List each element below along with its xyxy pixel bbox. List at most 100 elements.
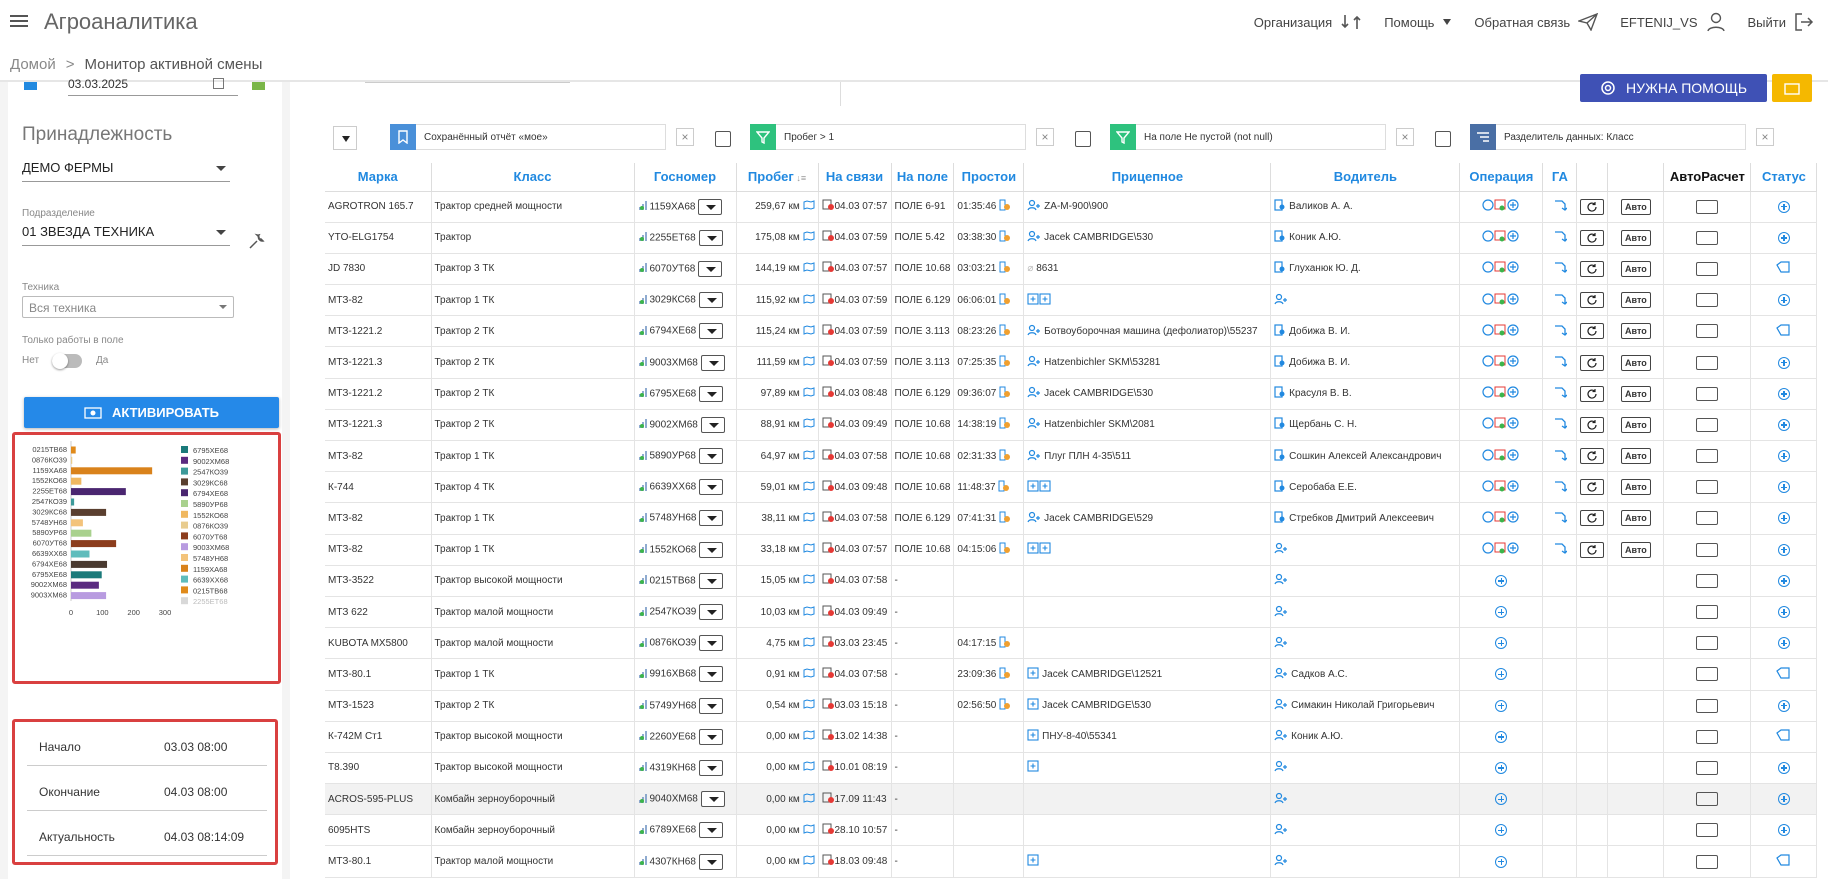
map-icon[interactable] [800,325,815,337]
close-icon[interactable]: × [676,128,694,146]
add-driver-icon[interactable] [1274,293,1288,306]
idle-icon[interactable] [996,324,1011,337]
trailer-user-icon[interactable]: ⌀ [1027,263,1036,275]
plus-box-icon[interactable] [1039,480,1051,493]
trailer-user-icon[interactable] [1027,231,1044,243]
add-operation-icon[interactable] [1495,730,1508,743]
table-row[interactable]: МТЗ-82 Трактор 1 ТК 5748УН68 38,11 км 04.03… [325,502,1818,535]
map-icon[interactable] [800,574,815,586]
autocalc-checkbox[interactable] [1696,823,1719,838]
logout-button[interactable]: Выйти [1748,12,1815,32]
table-row[interactable]: МТЗ-80.1 Трактор малой мощности 4307КН68 0,… [325,845,1818,878]
auto-button[interactable]: Авто [1621,292,1651,309]
table-row[interactable]: JD 7830 Трактор 3 ТК 6070УТ68 144,19 км 04.… [325,253,1818,286]
table-row[interactable]: 6095HTS Комбайн зерноуборочный 6789ХЕ68 0,0… [325,814,1818,847]
ga-icon[interactable] [1553,449,1568,462]
idle-icon[interactable] [996,542,1011,555]
auto-button[interactable]: Авто [1621,479,1651,496]
table-row[interactable]: МТЗ-1523 Трактор 2 ТК 5749УН68 0,54 км 03.0… [325,690,1818,722]
ga-icon[interactable] [1553,418,1568,431]
plate-dropdown[interactable] [699,510,724,527]
map-icon[interactable] [800,293,815,306]
map-icon[interactable] [800,356,815,368]
auto-button[interactable]: Авто [1621,448,1651,465]
table-row[interactable]: МТЗ-82 Трактор 1 ТК 5890УР68 64,97 км 04.03… [325,440,1818,473]
farm-select[interactable]: ДЕМО ФЕРМЫ [22,160,230,182]
table-row[interactable]: YTO-ELG1754 Трактор 2255ЕТ68 175,08 км 04.0… [325,222,1818,254]
column-header[interactable]: АвтоРасчет [1663,163,1752,192]
idle-icon[interactable] [996,261,1011,275]
autocalc-checkbox[interactable] [1696,417,1719,432]
add-status-icon[interactable] [1777,793,1790,806]
operation-icons[interactable] [1482,199,1520,212]
trailer-user-icon[interactable] [1027,324,1044,337]
column-header[interactable]: На поле [891,163,955,192]
trailer-user-icon[interactable] [1027,418,1044,431]
refresh-button[interactable] [1580,479,1605,496]
column-header[interactable]: Пробег ↓≡ [736,163,819,192]
ga-icon[interactable] [1553,356,1568,368]
add-operation-icon[interactable] [1495,761,1508,774]
autocalc-checkbox[interactable] [1696,449,1719,464]
autocalc-checkbox[interactable] [1696,854,1719,869]
plate-dropdown[interactable] [700,416,725,433]
add-operation-icon[interactable] [1495,668,1508,681]
need-help-button[interactable]: НУЖНА ПОМОЩЬ [1580,74,1767,102]
add-driver-icon[interactable] [1274,730,1291,742]
operation-icons[interactable] [1482,293,1520,306]
idle-icon[interactable] [996,449,1011,462]
ga-icon[interactable] [1553,512,1568,524]
sort-icon[interactable]: ↓≡ [794,173,806,183]
column-header[interactable]: Прицепное [1023,163,1272,192]
add-driver-icon[interactable] [1274,543,1288,555]
refresh-button[interactable] [1580,323,1605,340]
map-icon[interactable] [800,200,815,212]
auto-button[interactable]: Авто [1621,260,1651,277]
operation-icons[interactable] [1482,542,1520,555]
column-header[interactable] [1607,163,1665,192]
calendar-icon[interactable] [213,78,224,89]
operation-icons[interactable] [1482,386,1520,399]
column-header[interactable]: Статус [1750,163,1818,192]
operation-icons[interactable] [1482,261,1520,275]
close-icon[interactable]: × [1756,128,1774,146]
column-header[interactable]: Простои [953,163,1025,192]
plate-dropdown[interactable] [698,198,723,215]
table-row[interactable]: К-742М Ст1 Трактор высокой мощности 2260УЕ… [325,721,1818,753]
driver-icon[interactable] [1274,511,1289,524]
table-row[interactable]: К-744 Трактор 4 ТК 6639ХХ68 59,01 км 04.03 … [325,471,1818,504]
idle-icon[interactable] [996,386,1011,399]
autocalc-checkbox[interactable] [1696,386,1719,401]
autocalc-checkbox[interactable] [1696,261,1719,276]
plate-dropdown[interactable] [700,354,725,371]
table-row[interactable]: МТЗ-1221.3 Трактор 2 ТК 9002ХМ68 88,91 км 0… [325,409,1818,442]
add-driver-icon[interactable] [1274,761,1288,774]
driver-icon[interactable] [1274,324,1289,337]
map-icon[interactable] [800,668,815,680]
add-operation-icon[interactable] [1495,637,1508,650]
add-status-icon[interactable] [1777,481,1790,494]
trailer-user-icon[interactable] [1027,387,1044,399]
tag-icon[interactable] [1776,324,1792,337]
plate-dropdown[interactable] [698,448,723,465]
auto-button[interactable]: Авто [1621,354,1651,371]
add-driver-icon[interactable] [1274,636,1288,649]
map-icon[interactable] [800,231,815,243]
refresh-button[interactable] [1580,198,1605,215]
filter-chip[interactable]: Пробег > 1 [750,124,1026,150]
plus-box-icon[interactable] [1027,760,1039,774]
table-row[interactable]: KUBOTA MX5800 Трактор малой мощности 0876К… [325,627,1818,660]
table-row[interactable]: T8.390 Трактор высокой мощности 4319КН68 0,… [325,752,1818,785]
map-icon[interactable] [800,418,815,431]
map-icon[interactable] [800,761,815,774]
idle-icon[interactable] [996,199,1011,212]
operation-icons[interactable] [1482,355,1520,368]
feedback-link[interactable]: Обратная связь [1474,13,1599,31]
add-operation-icon[interactable] [1495,606,1508,619]
map-icon[interactable] [800,699,815,711]
autocalc-checkbox[interactable] [1696,355,1719,370]
plate-dropdown[interactable] [698,260,723,277]
table-row[interactable]: МТЗ-80.1 Трактор 1 ТК 9916ХВ68 0,91 км 04.0… [325,658,1818,691]
ga-icon[interactable] [1553,294,1568,306]
plate-dropdown[interactable] [698,853,723,870]
